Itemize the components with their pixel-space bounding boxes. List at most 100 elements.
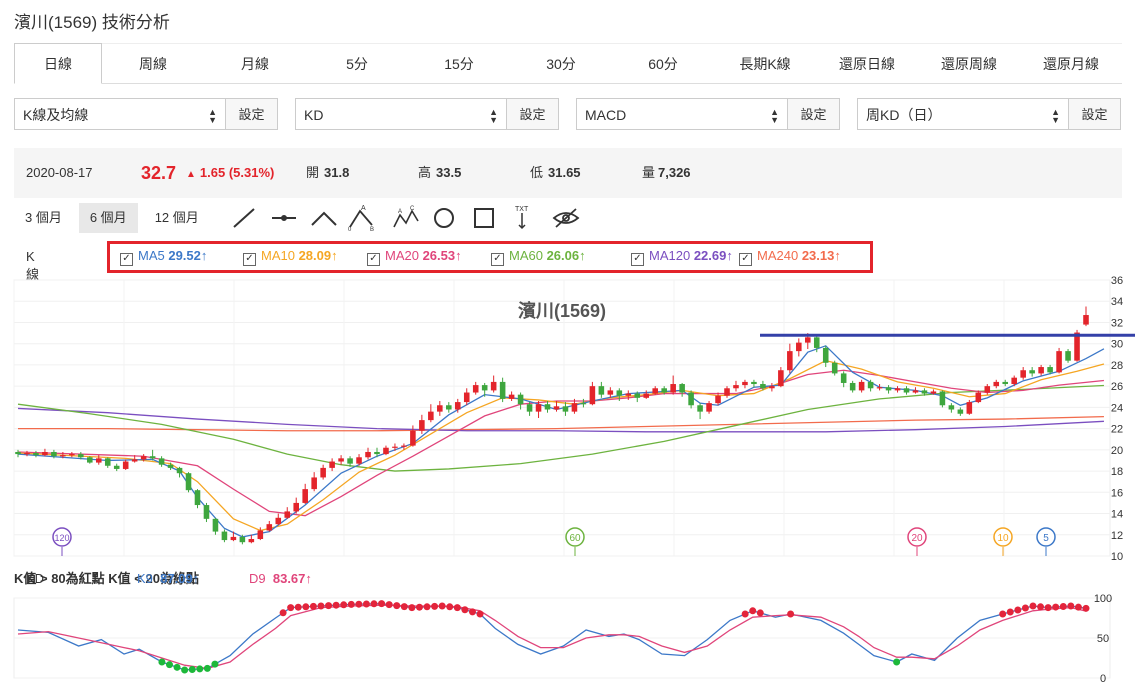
indicator-select[interactable]: 周KD（日） ▲ ▼ (857, 98, 1069, 130)
svg-text:0: 0 (348, 227, 352, 231)
kd-red-dot (400, 603, 408, 611)
candle-body (194, 490, 201, 506)
kd-red-dot (999, 610, 1007, 618)
candle-body (1020, 370, 1026, 378)
ma-legend-item[interactable]: ✓ MA120 22.69↑ (631, 248, 733, 266)
checkbox-icon[interactable]: ✓ (491, 253, 504, 266)
checkbox-icon[interactable]: ✓ (739, 253, 752, 266)
candle-body (508, 394, 515, 399)
candle-body (490, 381, 497, 391)
candle-body (33, 453, 39, 456)
kd-red-dot (408, 604, 416, 612)
indicator-select-value: K線及均線 (23, 107, 89, 123)
kd-red-dot (741, 610, 749, 618)
volume-label: 量 (642, 165, 656, 180)
ma-legend-item[interactable]: ✓ MA5 29.52↑ (120, 248, 207, 266)
kd-green-dot (196, 665, 204, 673)
low-value: 31.65 (548, 165, 581, 180)
hide-drawings-icon[interactable] (552, 208, 580, 228)
range-6m-button[interactable]: 6 個月 (78, 203, 138, 233)
kd-red-dot (1044, 604, 1052, 612)
indicator-select[interactable]: K線及均線 ▲ ▼ (14, 98, 226, 130)
ma-value: 28.09↑ (298, 248, 338, 263)
kd-red-dot (446, 603, 454, 611)
tab-item[interactable]: 長期K線 (714, 43, 816, 83)
ma-legend-item[interactable]: ✓ MA60 26.06↑ (491, 248, 586, 266)
kd-red-dot (423, 603, 431, 611)
candle-body (15, 451, 21, 455)
range-3m-button[interactable]: 3 個月 (14, 203, 73, 233)
y-tick-label: 36 (1111, 275, 1123, 287)
select-arrows-icon: ▲ ▼ (208, 107, 217, 125)
candle-body (813, 337, 820, 348)
candle-body (383, 447, 389, 455)
kd-red-dot (438, 602, 446, 610)
candle-body (607, 390, 614, 395)
tab-daily[interactable]: 日線 (14, 43, 102, 84)
candle-body (1038, 367, 1044, 374)
kd-red-dot (1021, 604, 1029, 612)
tab-item[interactable]: 還原周線 (918, 43, 1020, 83)
settings-button[interactable]: 設定 (507, 98, 559, 130)
quote-bar: 2020-08-17 32.7 ▲ 1.65 (5.31%) 開 31.8 高 3… (14, 148, 1122, 198)
ma-legend-item[interactable]: ✓ MA240 23.13↑ (739, 248, 841, 266)
candle-body (365, 451, 371, 458)
kd-red-dot (1029, 602, 1037, 610)
text-tool-icon[interactable]: TXT (515, 206, 529, 230)
indicator-select-group: MACD ▲ ▼ 設定 (576, 98, 840, 132)
indicator-select[interactable]: MACD ▲ ▼ (576, 98, 788, 130)
angle-tool-icon[interactable] (311, 211, 337, 226)
indicator-select[interactable]: KD ▲ ▼ (295, 98, 507, 130)
checkbox-icon[interactable]: ✓ (120, 253, 133, 266)
candle-body (185, 473, 192, 491)
ma-legend-item[interactable]: ✓ MA10 28.09↑ (243, 248, 338, 266)
candle-body (876, 387, 883, 389)
circle-tool-icon[interactable] (434, 208, 454, 228)
candle-body (625, 393, 632, 396)
checkbox-icon[interactable]: ✓ (243, 253, 256, 266)
page-title: 濱川(1569) 技術分析 (14, 13, 170, 32)
checkbox-icon[interactable]: ✓ (631, 253, 644, 266)
range-12m-button[interactable]: 12 個月 (144, 203, 210, 233)
kd-red-dot (325, 602, 333, 610)
kd-green-dot (188, 665, 196, 673)
kd-green-dot (211, 660, 219, 668)
candle-body (104, 458, 111, 466)
horizontal-line-tool-icon[interactable] (272, 215, 296, 221)
ma-value: 22.69↑ (693, 248, 733, 263)
ma-name: MA20 (385, 248, 423, 263)
candle-body (428, 411, 434, 421)
candle-body (858, 381, 865, 391)
candle-body (1002, 381, 1009, 385)
candle-body (867, 381, 874, 389)
trend-line-tool-icon[interactable] (233, 208, 255, 228)
candle-body (69, 454, 75, 456)
indicator-select-value: KD (304, 107, 324, 123)
candle-body (634, 393, 641, 398)
tab-item[interactable]: 5分 (306, 43, 408, 83)
settings-button[interactable]: 設定 (226, 98, 278, 130)
settings-button[interactable]: 設定 (788, 98, 840, 130)
tab-item[interactable]: 15分 (408, 43, 510, 83)
rectangle-tool-icon[interactable] (474, 208, 494, 228)
candle-body (221, 531, 228, 541)
kd-red-dot (453, 604, 461, 612)
candle-body (60, 455, 66, 457)
checkbox-icon[interactable]: ✓ (367, 253, 380, 266)
candle-body (212, 518, 219, 532)
tab-item[interactable]: 還原月線 (1020, 43, 1122, 83)
tab-item[interactable]: 周線 (102, 43, 204, 83)
settings-button[interactable]: 設定 (1069, 98, 1121, 130)
candle-body (894, 388, 901, 391)
abc-pattern-tool-icon[interactable]: A 0 B (348, 205, 374, 231)
tab-item[interactable]: 月線 (204, 43, 306, 83)
tab-item[interactable]: 30分 (510, 43, 612, 83)
tab-item[interactable]: 60分 (612, 43, 714, 83)
tab-item[interactable]: 還原日線 (816, 43, 918, 83)
wave-pattern-tool-icon[interactable]: AC (393, 206, 419, 228)
candle-body (903, 388, 910, 393)
price-chart: 10 12 14 16 18 20 22 24 26 28 30 32 34 36 濱川(1569) 120 6… (13, 275, 1135, 562)
candle-body (975, 392, 982, 403)
ma-legend-item[interactable]: ✓ MA20 26.53↑ (367, 248, 462, 266)
candle-body (553, 406, 560, 410)
